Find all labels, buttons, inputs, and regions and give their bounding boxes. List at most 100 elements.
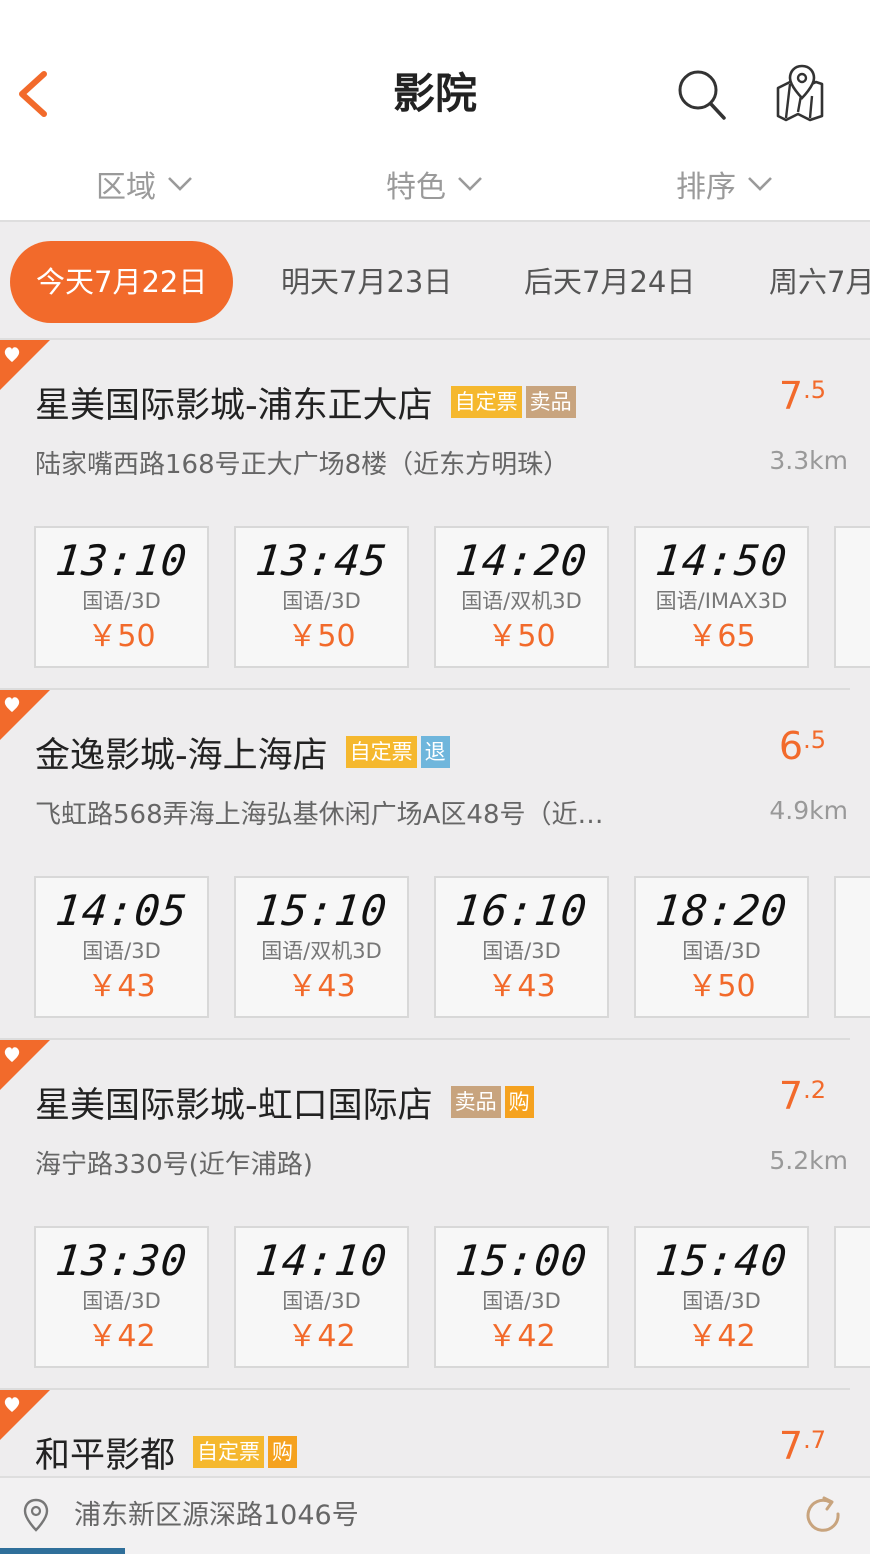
showtime-time: 13:10 (53, 536, 190, 585)
showtime-price: ￥43 (287, 969, 356, 1004)
filter-label: 区域 (96, 170, 156, 205)
showtime-price: ￥50 (687, 969, 756, 1004)
cinema-name-row: 金逸影城-海上海店 自定票 退 (35, 728, 450, 776)
showtime-time: 15:10 (253, 886, 390, 935)
cinema-rating: 7.7 (779, 1424, 826, 1468)
search-button[interactable] (676, 66, 728, 122)
date-selector: 今天7月22日 明天7月23日 后天7月24日 周六7月 (0, 224, 870, 340)
map-button[interactable] (772, 62, 828, 122)
showtime-format: 国语/双机3D (261, 939, 382, 963)
cinema-name-row: 星美国际影城-浦东正大店 自定票 卖品 (35, 378, 576, 426)
location-pin-icon (23, 1498, 49, 1532)
showtime-time: 18:20 (653, 886, 790, 935)
filter-label: 排序 (676, 170, 736, 205)
showtime-format: 国语/3D (682, 939, 761, 963)
showtime-format: 国语/3D (482, 939, 561, 963)
showtime-format: 国语/3D (282, 1289, 361, 1313)
rating-decimal: .7 (803, 1426, 826, 1454)
showtime-list: 13:30 国语/3D ￥42 14:10 国语/3D ￥42 15:00 国语/3D ￥4… (34, 1226, 870, 1368)
showtime-list: 14:05 国语/3D ￥43 15:10 国语/双机3D ￥43 16:10 国语/3D… (34, 876, 870, 1018)
showtime-list: 13:10 国语/3D ￥50 13:45 国语/3D ￥50 14:20 国语/双机3D… (34, 526, 870, 668)
showtime-card[interactable]: 15:10 国语/双机3D ￥43 (234, 876, 409, 1018)
showtime-card[interactable] (834, 1226, 870, 1368)
showtime-format: 国语/3D (282, 589, 361, 613)
date-tab-day-after[interactable]: 后天7月24日 (524, 241, 695, 323)
chevron-down-icon (458, 177, 482, 191)
showtime-card[interactable]: 18:20 国语/3D ￥50 (634, 876, 809, 1018)
location-bar: 浦东新区源深路1046号 (0, 1476, 870, 1554)
showtime-format: 国语/双机3D (461, 589, 582, 613)
cinema-address: 飞虹路568弄海上海弘基休闲广场A区48号（近… (35, 800, 604, 830)
rating-decimal: .2 (803, 1076, 826, 1104)
showtime-card[interactable]: 14:50 国语/IMAX3D ￥65 (634, 526, 809, 668)
showtime-card[interactable]: 14:10 国语/3D ￥42 (234, 1226, 409, 1368)
rating-decimal: .5 (803, 376, 826, 404)
rating-integer: 7 (778, 1424, 804, 1468)
cinema-distance: 3.3km (769, 446, 848, 475)
showtime-price: ￥43 (487, 969, 556, 1004)
date-tab-today[interactable]: 今天7月22日 (10, 241, 234, 323)
showtime-format: 国语/3D (82, 939, 161, 963)
current-location: 浦东新区源深路1046号 (74, 1500, 359, 1531)
showtime-price: ￥42 (287, 1319, 356, 1354)
showtime-card[interactable]: 16:10 国语/3D ￥43 (434, 876, 609, 1018)
cinema-distance: 5.2km (769, 1146, 848, 1175)
tag-badge: 购 (504, 1086, 534, 1118)
cinema-name: 星美国际影城-虹口国际店 (35, 1085, 433, 1126)
showtime-time: 13:45 (253, 536, 390, 585)
showtime-card[interactable]: 13:30 国语/3D ￥42 (34, 1226, 209, 1368)
showtime-time: 14:20 (453, 536, 590, 585)
rating-integer: 7 (778, 1074, 804, 1118)
page-title: 影院 (392, 69, 477, 118)
showtime-time: 16:10 (453, 886, 590, 935)
map-icon (776, 64, 824, 122)
cinema-name-row: 和平影都 自定票 购 (35, 1428, 298, 1476)
showtime-price: ￥42 (487, 1319, 556, 1354)
filter-sort[interactable]: 排序 (580, 158, 870, 210)
tag-badge: 退 (420, 736, 450, 768)
filter-area[interactable]: 区域 (0, 158, 290, 210)
cinema-name: 和平影都 (35, 1435, 176, 1476)
showtime-price: ￥50 (287, 619, 356, 654)
showtime-time: 14:10 (253, 1236, 390, 1285)
showtime-format: 国语/3D (482, 1289, 561, 1313)
showtime-card[interactable]: 14:05 国语/3D ￥43 (34, 876, 209, 1018)
cinema-distance: 4.9km (769, 796, 848, 825)
showtime-time: 15:00 (453, 1236, 590, 1285)
cinema-name: 金逸影城-海上海店 (35, 735, 328, 776)
showtime-price: ￥65 (687, 619, 756, 654)
rating-integer: 6 (778, 724, 804, 768)
showtime-price: ￥50 (487, 619, 556, 654)
cinema-card[interactable]: 和平影都 自定票 购 7.7 (0, 1390, 870, 1476)
showtime-format: 国语/3D (682, 1289, 761, 1313)
showtime-card[interactable]: 13:10 国语/3D ￥50 (34, 526, 209, 668)
filter-bar: 区域 特色 排序 (0, 158, 870, 210)
showtime-price: ￥42 (687, 1319, 756, 1354)
showtime-card[interactable]: 14:20 国语/双机3D ￥50 (434, 526, 609, 668)
date-tab-tomorrow[interactable]: 明天7月23日 (281, 241, 452, 323)
filter-label: 特色 (386, 170, 446, 205)
showtime-card[interactable] (834, 876, 870, 1018)
cinema-rating: 6.5 (779, 724, 826, 768)
showtime-format: 国语/3D (82, 589, 161, 613)
cinema-name-row: 星美国际影城-虹口国际店 卖品 购 (35, 1078, 534, 1126)
cinema-card[interactable]: 星美国际影城-虹口国际店 卖品 购 7.2 海宁路330号(近乍浦路) 5.2k… (0, 1040, 870, 1390)
cinema-card[interactable]: 星美国际影城-浦东正大店 自定票 卖品 7.5 陆家嘴西路168号正大广场8楼（… (0, 340, 870, 690)
showtime-card[interactable]: 15:40 国语/3D ￥42 (634, 1226, 809, 1368)
tag-badge: 自定票 (450, 386, 522, 418)
tag-badge: 卖品 (525, 386, 576, 418)
showtime-card[interactable]: 15:00 国语/3D ￥42 (434, 1226, 609, 1368)
rating-decimal: .5 (803, 726, 826, 754)
cinema-rating: 7.5 (779, 374, 826, 418)
showtime-time: 14:50 (653, 536, 790, 585)
date-tab-saturday[interactable]: 周六7月 (769, 241, 870, 323)
showtime-time: 15:40 (653, 1236, 790, 1285)
filter-feature[interactable]: 特色 (290, 158, 580, 210)
refresh-icon[interactable] (802, 1494, 846, 1538)
cinema-card[interactable]: 金逸影城-海上海店 自定票 退 6.5 飞虹路568弄海上海弘基休闲广场A区48… (0, 690, 870, 1040)
chevron-down-icon (168, 177, 192, 191)
showtime-price: ￥43 (87, 969, 156, 1004)
showtime-card[interactable] (834, 526, 870, 668)
showtime-card[interactable]: 13:45 国语/3D ￥50 (234, 526, 409, 668)
showtime-format: 国语/3D (82, 1289, 161, 1313)
